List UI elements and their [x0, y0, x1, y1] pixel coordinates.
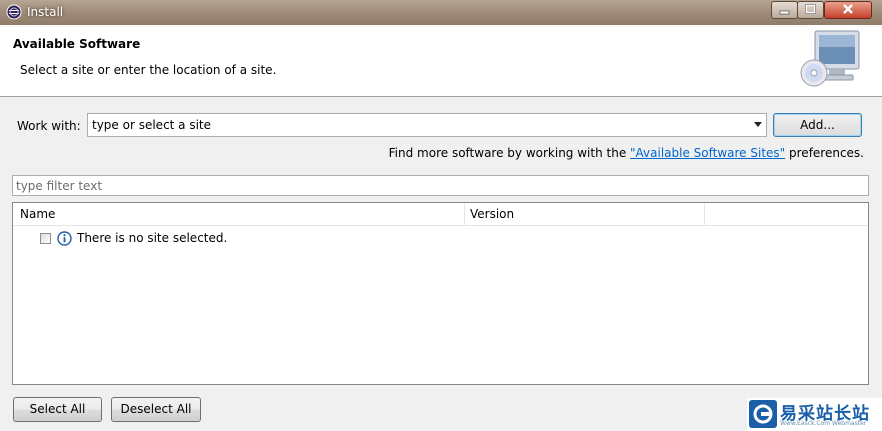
software-tree-table[interactable]: Name Version There is no site selected. — [12, 202, 869, 385]
computer-cd-icon — [800, 30, 860, 87]
maximize-icon — [805, 4, 816, 14]
page-subtitle: Select a site or enter the location of a… — [20, 63, 277, 77]
select-all-button[interactable]: Select All — [13, 397, 102, 422]
deselect-all-button[interactable]: Deselect All — [111, 397, 201, 422]
info-icon — [57, 231, 72, 246]
work-with-combo[interactable]: type or select a site — [87, 113, 767, 137]
page-title: Available Software — [13, 37, 141, 51]
column-header-version[interactable]: Version — [465, 203, 705, 225]
maximize-button[interactable] — [797, 1, 824, 19]
minimize-button[interactable] — [771, 1, 798, 19]
find-more-suffix: preferences. — [785, 146, 864, 160]
filter-placeholder: type filter text — [16, 179, 103, 193]
available-software-sites-link[interactable]: "Available Software Sites" — [630, 146, 785, 160]
row-checkbox[interactable] — [40, 233, 51, 244]
table-row[interactable]: There is no site selected. — [13, 227, 868, 247]
find-more-prefix: Find more software by working with the — [388, 146, 631, 160]
column-header-empty — [705, 203, 868, 225]
eclipse-icon — [6, 4, 22, 20]
header-banner: Available Software Select a site or ente… — [0, 25, 882, 97]
row-text: There is no site selected. — [77, 231, 228, 245]
watermark-subtext: Www.Easck.Com Webmaster — [780, 420, 867, 427]
close-icon — [843, 4, 853, 14]
title-bar[interactable]: Install — [0, 0, 882, 25]
window-title: Install — [27, 5, 64, 19]
column-header-name[interactable]: Name — [13, 203, 465, 225]
watermark-logo-icon — [749, 400, 777, 428]
work-with-label: Work with: — [17, 119, 81, 133]
work-with-value: type or select a site — [92, 118, 212, 132]
close-button[interactable] — [824, 1, 872, 19]
chevron-down-icon[interactable] — [754, 122, 762, 128]
minimize-icon — [779, 10, 790, 15]
add-button[interactable]: Add... — [773, 113, 862, 137]
table-header: Name Version — [13, 203, 868, 226]
filter-input[interactable]: type filter text — [12, 175, 869, 196]
watermark: 易采站长站 Www.Easck.Com Webmaster — [747, 398, 882, 431]
find-more-text: Find more software by working with the "… — [389, 146, 864, 160]
